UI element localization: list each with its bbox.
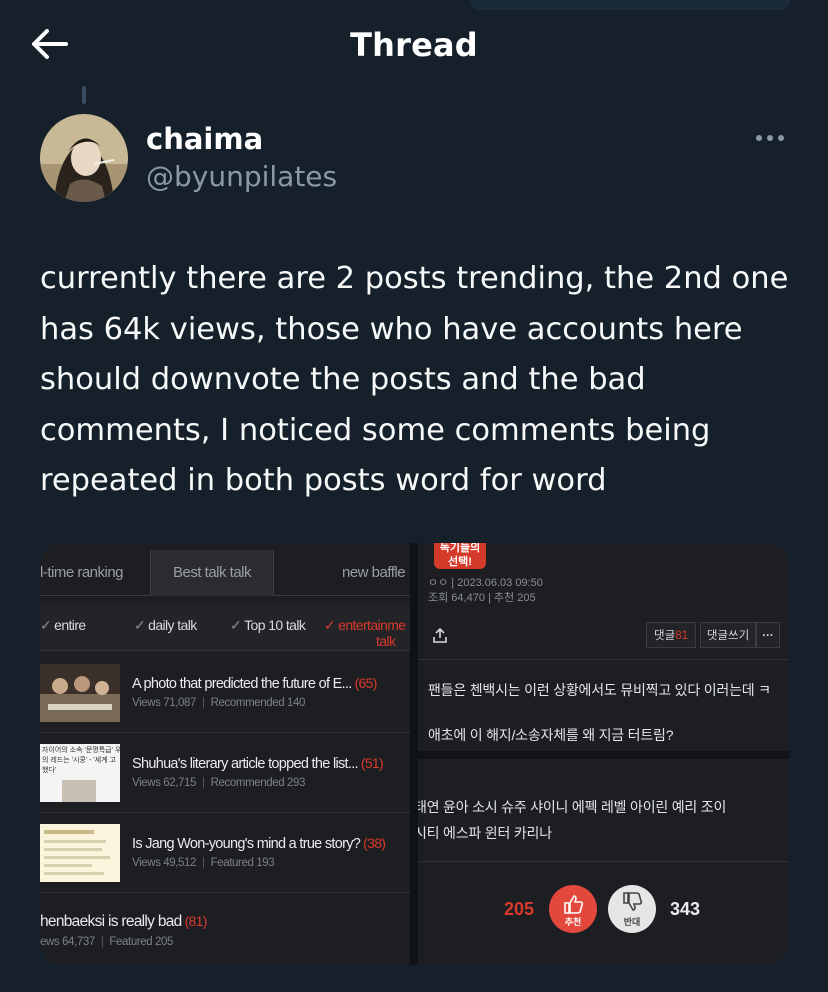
tab-new-baffle: new baffle xyxy=(342,564,406,581)
page-title: Thread xyxy=(350,26,478,64)
more-icon: ··· xyxy=(756,622,780,648)
search-bar-ghost xyxy=(470,0,790,10)
filter-entertainment-talk: ✓ entertainme talk xyxy=(324,617,406,649)
upvote-label: 추천 xyxy=(564,917,582,927)
upvote-button: 추천 xyxy=(549,885,597,933)
section-separator xyxy=(418,751,789,759)
author-name[interactable]: chaima xyxy=(146,122,263,156)
comment-count: (51) xyxy=(360,755,384,771)
tab-best-talk-talk: Best talk talk xyxy=(150,550,274,596)
thread-connector-line xyxy=(82,86,86,104)
post-views: ews 64,737 xyxy=(40,936,95,948)
filter-entire: ✓ entire xyxy=(40,617,86,633)
write-comment-button: 댓글쓰기 xyxy=(700,622,756,648)
post-thumbnail xyxy=(40,664,120,722)
comment-count: (81) xyxy=(184,913,208,929)
list-item: Is Jang Won-young's mind a true story? (3… xyxy=(40,813,410,893)
thumbnail-text: 했다' xyxy=(42,767,57,774)
list-item: 자이어의 소속 '문명특급' 우 의 레드는 '시쿵' - '세계 고 했다' … xyxy=(40,733,410,813)
post-title: Shuhua's literary article topped the lis… xyxy=(132,756,359,772)
tweet-media[interactable]: l-time ranking Best talk talk new baffle… xyxy=(40,543,789,965)
downvote-count: 343 xyxy=(670,899,701,919)
downvote-label: 반대 xyxy=(623,917,641,927)
thumbnail-text: 의 레드는 '시쿵' - '세계 고 xyxy=(42,757,117,764)
top-bar: Thread xyxy=(0,0,828,90)
downvote-button: 반대 xyxy=(608,885,656,933)
divider xyxy=(418,861,789,862)
post-body-line: 팬들은 첸백시는 이런 상황에서도 뮤비찍고 있다 이러는데 ㅋ xyxy=(428,682,771,698)
avatar[interactable] xyxy=(40,114,128,202)
divider xyxy=(418,659,789,660)
post-title: henbaeksi is really bad xyxy=(40,913,182,930)
post-featured: Featured 205 xyxy=(109,936,174,948)
post-views: Views 71,087 xyxy=(132,697,197,709)
comment-count: (65) xyxy=(354,675,378,691)
more-options-icon[interactable] xyxy=(752,128,788,148)
post-body-line: 애초에 이 해지/소송자체를 왜 지금 터트림? xyxy=(428,727,674,743)
post-featured: Featured 193 xyxy=(210,857,275,869)
comment-count: (38) xyxy=(363,835,386,851)
upvote-count: 205 xyxy=(504,899,535,919)
post-body-line: 시티 에스파 윈터 카리나 xyxy=(418,825,552,841)
site-logo-badge: 독기들의 선택! xyxy=(434,543,486,569)
thumbnail-text: 자이어의 소속 '문명특급' 우 xyxy=(42,747,120,754)
post-title: A photo that predicted the future of E..… xyxy=(132,676,352,692)
post-recommended: Recommended 140 xyxy=(210,697,306,709)
post-views: Views 62,715 xyxy=(132,777,197,789)
category-filters: ✓ entire ✓ daily talk ✓ Top 10 talk ✓ entert… xyxy=(40,603,410,651)
filter-top-10-talk: ✓ Top 10 talk xyxy=(230,617,306,633)
post-thumbnail xyxy=(40,824,120,882)
media-image-right[interactable]: 독기들의 선택! ㅇㅇ | 2023.06.03 09:50 조회 64,470… xyxy=(418,543,789,965)
post-views: Views 49,512 xyxy=(132,857,197,869)
post-thumbnail: 자이어의 소속 '문명특급' 우 의 레드는 '시쿵' - '세계 고 했다' xyxy=(40,744,120,802)
author-handle[interactable]: @byunpilates xyxy=(146,160,337,193)
post-body-line: 태연 윤아 소시 슈주 샤이니 에펙 레벨 아이린 예리 조이 xyxy=(418,799,727,815)
ranking-tabs: l-time ranking Best talk talk new baffle xyxy=(40,550,410,596)
post-recommended: Recommended 293 xyxy=(210,777,306,789)
filter-daily-talk: ✓ daily talk xyxy=(134,617,197,633)
tab-all-time-ranking: l-time ranking xyxy=(40,564,124,581)
share-icon xyxy=(430,627,450,645)
media-image-left[interactable]: l-time ranking Best talk talk new baffle… xyxy=(40,543,410,965)
list-item: A photo that predicted the future of E..… xyxy=(40,653,410,733)
tweet-text: currently there are 2 posts trending, th… xyxy=(40,261,789,498)
list-item: henbaeksi is really bad (81) ews 64,737 | F… xyxy=(40,913,208,948)
post-title: Is Jang Won-young's mind a true story? xyxy=(132,836,361,852)
comments-button: 댓글81 xyxy=(646,622,696,648)
post-stats: 조회 64,470 | 추천 205 xyxy=(428,592,536,604)
post-author-date: ㅇㅇ | 2023.06.03 09:50 xyxy=(428,577,543,589)
